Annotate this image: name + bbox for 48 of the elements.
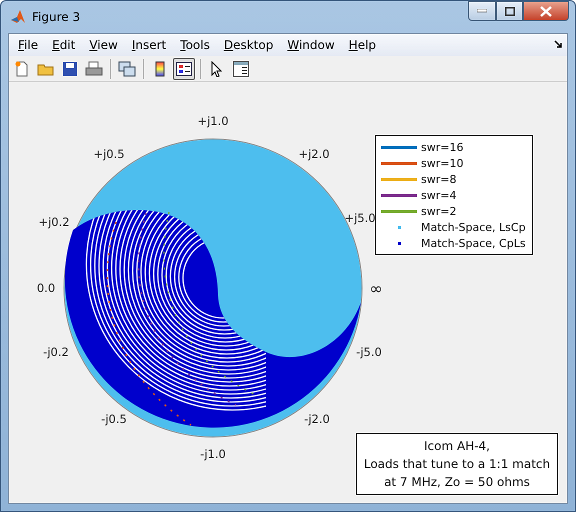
- legend-label: Match-Space, CpLs: [421, 236, 526, 250]
- menu-item[interactable]: File: [11, 38, 46, 52]
- axis-label: -j2.0: [304, 412, 330, 426]
- colorbar-icon: [155, 60, 165, 76]
- legend-icon: [176, 62, 192, 76]
- axis-label: +j0.2: [38, 215, 70, 229]
- linked-windows-icon: [118, 60, 136, 76]
- menu-item[interactable]: Help: [342, 38, 384, 52]
- menu-item[interactable]: Tools: [173, 38, 217, 52]
- legend-label: swr=8: [421, 172, 456, 186]
- axis-label: +j1.0: [197, 114, 229, 128]
- toolbar-button[interactable]: [173, 58, 195, 80]
- annotation-text: at 7 MHz, Zo = 50 ohms: [384, 474, 530, 491]
- menu-item[interactable]: Window: [280, 38, 342, 52]
- axis-label: 0.0: [36, 281, 56, 295]
- annotation-text: Loads that tune to a 1:1 match: [364, 456, 550, 473]
- maximize-icon: [504, 6, 514, 16]
- printer-icon: [85, 60, 103, 76]
- axis-label: -j1.0: [200, 447, 226, 461]
- close-button[interactable]: [523, 1, 569, 21]
- annotation-text: Icom AH-4,: [424, 438, 490, 455]
- axis-label: -j5.0: [356, 345, 382, 359]
- menu-item[interactable]: Edit: [45, 38, 82, 52]
- minimize-icon: [477, 9, 487, 13]
- app-logo-icon: [10, 9, 26, 25]
- axis-label: +j5.0: [344, 211, 376, 225]
- axis-label: +j0.5: [93, 147, 125, 161]
- new-file-icon: [14, 60, 30, 76]
- pointer-icon: [211, 60, 223, 76]
- axis-label: ∞: [369, 279, 383, 298]
- legend-label: swr=4: [421, 188, 456, 202]
- axis-label: -j0.2: [43, 345, 69, 359]
- property-panel-icon: [233, 60, 249, 76]
- legend-label: Match-Space, LsCp: [421, 220, 526, 234]
- axis-label: +j2.0: [298, 147, 330, 161]
- axis-label: -j0.5: [101, 412, 127, 426]
- legend-label: swr=16: [421, 140, 464, 154]
- menu-item[interactable]: Desktop: [216, 38, 280, 52]
- menu-item[interactable]: View: [82, 38, 125, 52]
- menu-item[interactable]: Insert: [124, 38, 174, 52]
- close-icon: [540, 6, 552, 16]
- window-title: Figure 3: [32, 10, 80, 24]
- maximize-button[interactable]: [496, 1, 523, 21]
- save-icon: [62, 60, 78, 76]
- dock-arrow-icon[interactable]: [554, 40, 563, 49]
- minimize-button[interactable]: [468, 1, 496, 21]
- legend-label: swr=10: [421, 156, 464, 170]
- legend-label: swr=2: [421, 204, 456, 218]
